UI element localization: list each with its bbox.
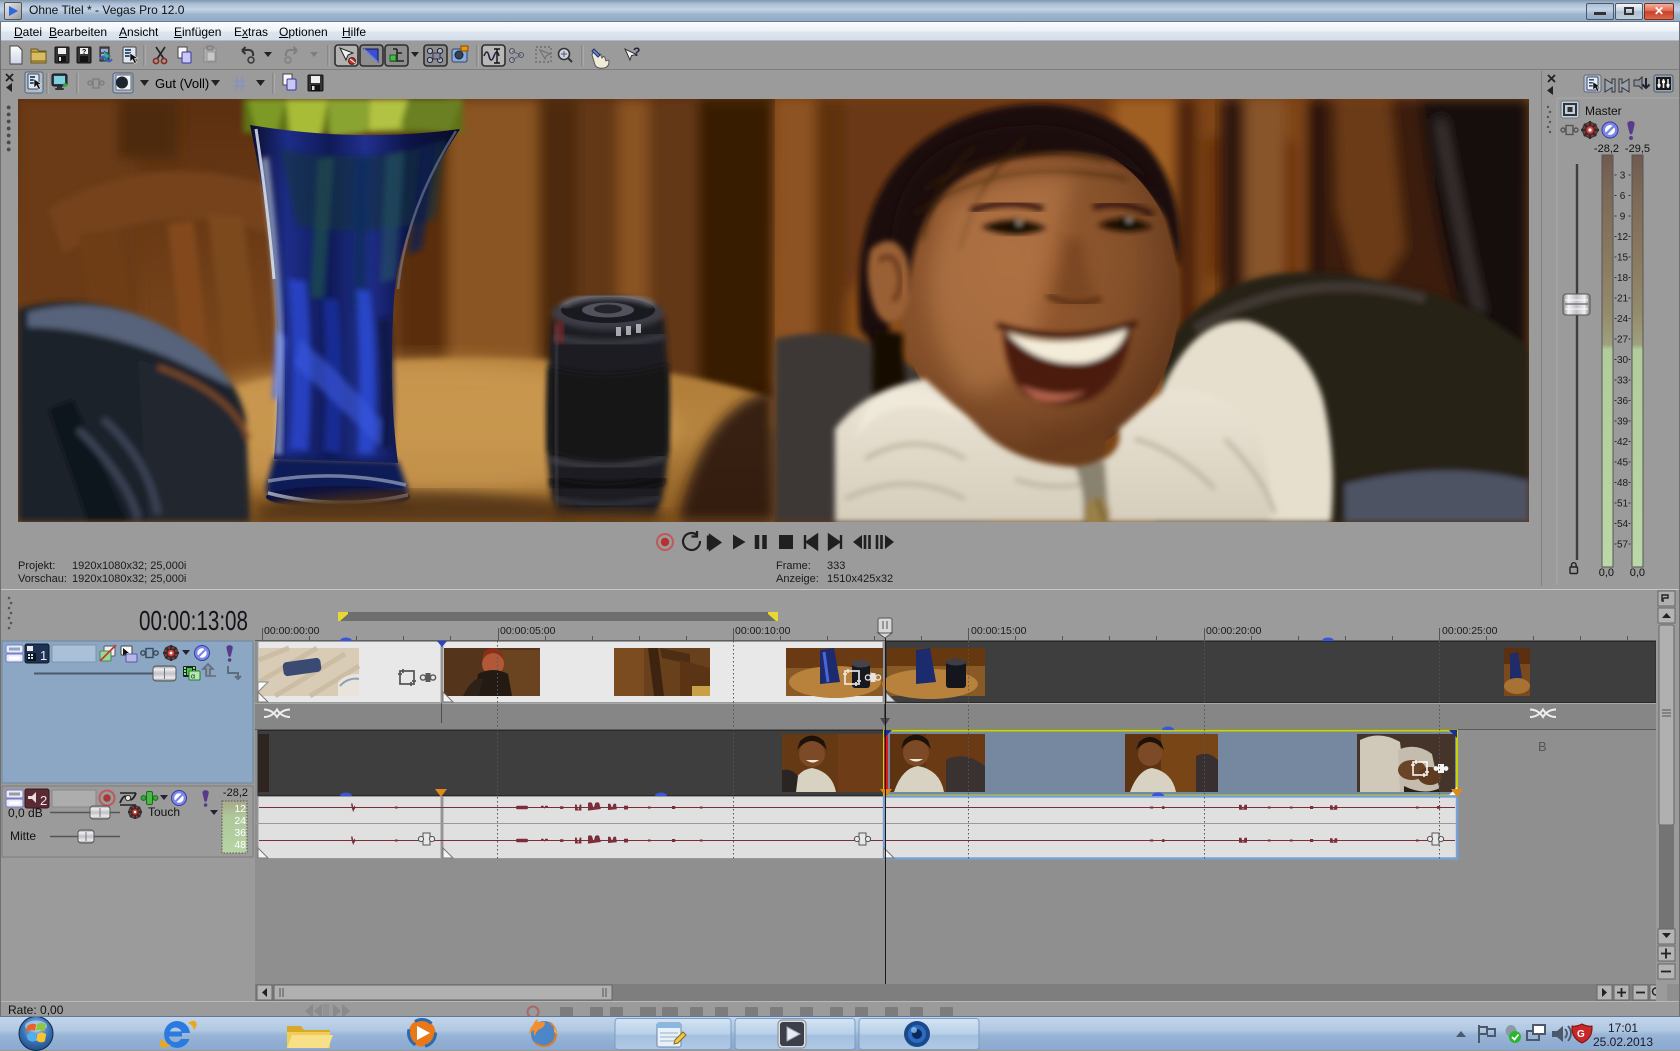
svg-text:00:00:10:00: 00:00:10:00: [735, 625, 791, 637]
svg-text:39: 39: [1617, 417, 1629, 428]
svg-text:48: 48: [234, 839, 246, 851]
svg-text:24: 24: [1617, 314, 1629, 325]
svg-text:57: 57: [1617, 540, 1629, 551]
svg-text:Master: Master: [1585, 104, 1622, 118]
svg-text:-28,2: -28,2: [1594, 143, 1619, 155]
svg-text:33: 33: [1617, 376, 1629, 387]
svg-text:9: 9: [1620, 212, 1626, 223]
svg-text:0,0: 0,0: [1630, 567, 1645, 579]
svg-text:G: G: [1577, 1029, 1585, 1040]
svg-text:00:00:00:00: 00:00:00:00: [264, 625, 320, 637]
svg-text:51: 51: [1617, 499, 1629, 510]
svg-text:6: 6: [1620, 191, 1626, 202]
svg-text:Β: Β: [1538, 739, 1547, 754]
svg-text:00:00:13:08: 00:00:13:08: [139, 605, 248, 636]
svg-text:?: ?: [633, 45, 640, 59]
svg-text:Gut (Voll): Gut (Voll): [155, 76, 209, 91]
svg-text:18: 18: [1617, 273, 1629, 284]
svg-text:12: 12: [1617, 232, 1629, 243]
svg-text:-28,2: -28,2: [223, 787, 248, 799]
svg-text:00:00:25:00: 00:00:25:00: [1442, 625, 1498, 637]
svg-text:27: 27: [1617, 335, 1629, 346]
svg-text:1: 1: [40, 648, 47, 663]
svg-text:36: 36: [1617, 396, 1629, 407]
svg-text:25.02.2013: 25.02.2013: [1593, 1035, 1653, 1049]
svg-text:36: 36: [234, 827, 246, 839]
svg-text:Rate: 0,00: Rate: 0,00: [8, 1003, 64, 1017]
svg-text:00:00:05:00: 00:00:05:00: [500, 625, 556, 637]
svg-text:42: 42: [1617, 437, 1629, 448]
svg-text:24: 24: [234, 815, 246, 827]
svg-text:12: 12: [234, 803, 246, 815]
svg-text:00:00:20:00: 00:00:20:00: [1206, 625, 1262, 637]
svg-text:48: 48: [1617, 478, 1629, 489]
svg-text:Mitte: Mitte: [10, 829, 36, 843]
svg-text:3: 3: [1620, 171, 1626, 182]
svg-text:45: 45: [1617, 458, 1629, 469]
svg-text:17:01: 17:01: [1608, 1021, 1638, 1035]
svg-text:15: 15: [1617, 253, 1629, 264]
svg-text:21: 21: [1617, 294, 1629, 305]
svg-text:?: ?: [82, 49, 86, 56]
svg-text:Touch: Touch: [148, 805, 180, 819]
svg-text:54: 54: [1617, 519, 1629, 530]
svg-text:α: α: [191, 674, 195, 681]
svg-text:0,0: 0,0: [1599, 567, 1614, 579]
svg-text:-29,5: -29,5: [1625, 143, 1650, 155]
svg-text:0,0 dB: 0,0 dB: [8, 806, 43, 820]
svg-text:00:00:15:00: 00:00:15:00: [971, 625, 1027, 637]
svg-text:30: 30: [1617, 355, 1629, 366]
